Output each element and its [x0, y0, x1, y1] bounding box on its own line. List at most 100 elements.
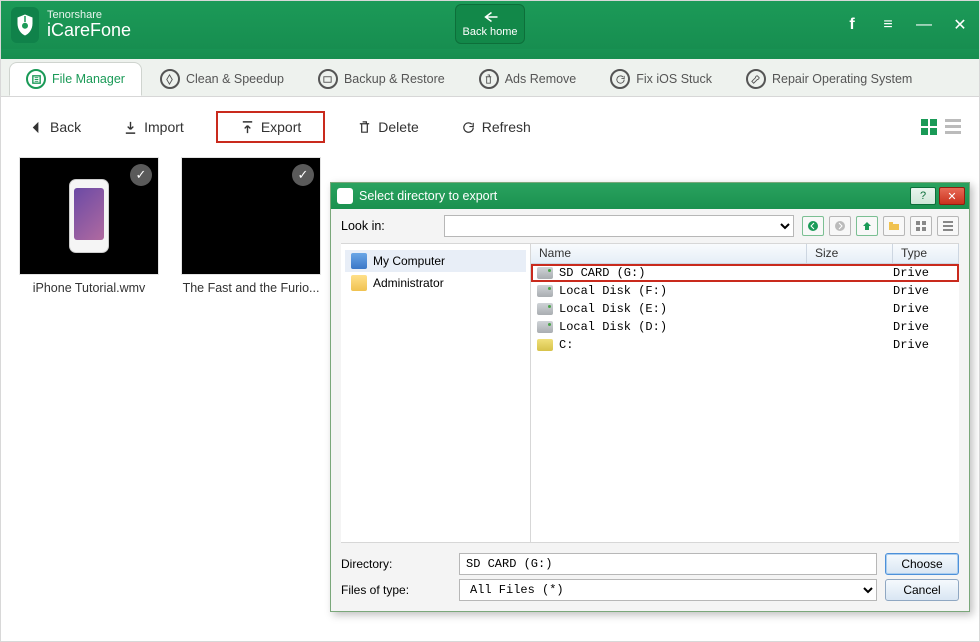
view-list-icon[interactable] — [937, 216, 959, 236]
list-row[interactable]: Local Disk (E:) Drive — [531, 300, 959, 318]
list-header: Name Size Type — [531, 244, 959, 264]
back-label: Back — [50, 119, 81, 135]
filetype-label: Files of type: — [341, 583, 451, 597]
list-row[interactable]: Local Disk (D:) Drive — [531, 318, 959, 336]
refresh-button[interactable]: Refresh — [451, 115, 541, 139]
file-item[interactable]: ✓ iPhone Tutorial.wmv — [19, 157, 159, 295]
tree-label: My Computer — [373, 254, 445, 268]
row-type: Drive — [893, 266, 959, 280]
tab-backup-restore[interactable]: Backup & Restore — [302, 62, 461, 96]
tab-repair-os[interactable]: Repair Operating System — [730, 62, 928, 96]
tree-administrator[interactable]: Administrator — [345, 272, 526, 294]
file-caption: iPhone Tutorial.wmv — [19, 281, 159, 295]
tab-label: Fix iOS Stuck — [636, 72, 712, 86]
back-home-label: Back home — [462, 26, 517, 38]
titlebar: Tenorshare iCareFone Back home f ≡ — ✕ — [1, 1, 979, 49]
backup-icon — [318, 69, 338, 89]
close-button[interactable]: ✕ — [951, 15, 969, 35]
brand-block: Tenorshare iCareFone — [47, 10, 131, 41]
new-folder-icon[interactable] — [883, 216, 905, 236]
phone-mock-icon — [69, 179, 109, 253]
tab-label: Clean & Speedup — [186, 72, 284, 86]
drive-icon — [537, 267, 553, 279]
row-type: Drive — [893, 284, 959, 298]
help-button[interactable]: ? — [910, 187, 936, 205]
choose-button[interactable]: Choose — [885, 553, 959, 575]
tree-label: Administrator — [373, 276, 444, 290]
filetype-select[interactable]: All Files (*) — [459, 579, 877, 601]
tab-file-manager[interactable]: File Manager — [9, 62, 142, 96]
lookin-row: Look in: — [331, 209, 969, 243]
tab-ads-remove[interactable]: Ads Remove — [463, 62, 593, 96]
list-row[interactable]: SD CARD (G:) Drive — [531, 264, 959, 282]
list-row[interactable]: Local Disk (F:) Drive — [531, 282, 959, 300]
view-grid-icon[interactable] — [910, 216, 932, 236]
shield-icon — [337, 188, 353, 204]
thumbnail-frame: ✓ — [19, 157, 159, 275]
nav-up-icon[interactable] — [856, 216, 878, 236]
dialog-close-button[interactable]: ✕ — [939, 187, 965, 205]
delete-label: Delete — [378, 119, 418, 135]
dialog-title: Select directory to export — [359, 189, 497, 203]
file-caption: The Fast and the Furio... — [181, 281, 321, 295]
grid-view-icon[interactable] — [921, 119, 937, 135]
tab-fix-ios-stuck[interactable]: Fix iOS Stuck — [594, 62, 728, 96]
directory-input[interactable] — [459, 553, 877, 575]
dialog-titlebar: Select directory to export ? ✕ — [331, 183, 969, 209]
dialog-body: My Computer Administrator Name Size Type… — [341, 243, 959, 543]
export-button[interactable]: Export — [216, 111, 325, 143]
nav-icons — [802, 216, 959, 236]
trash-icon — [479, 69, 499, 89]
nav-forward-icon[interactable] — [829, 216, 851, 236]
row-name: C: — [559, 338, 807, 352]
facebook-icon[interactable]: f — [843, 16, 861, 34]
tab-clean-speedup[interactable]: Clean & Speedup — [144, 62, 300, 96]
dialog-footer: Directory: Choose Files of type: All Fil… — [331, 543, 969, 611]
row-type: Drive — [893, 338, 959, 352]
row-type: Drive — [893, 320, 959, 334]
brand-vendor: Tenorshare — [47, 10, 131, 21]
col-name[interactable]: Name — [531, 244, 807, 263]
drive-icon — [537, 285, 553, 297]
drive-icon — [537, 303, 553, 315]
folder-icon — [351, 275, 367, 291]
cancel-button[interactable]: Cancel — [885, 579, 959, 601]
check-icon[interactable]: ✓ — [130, 164, 152, 186]
nav-back-icon[interactable] — [802, 216, 824, 236]
import-label: Import — [144, 119, 184, 135]
export-dialog: Select directory to export ? ✕ Look in: … — [330, 182, 970, 612]
wrench-icon — [746, 69, 766, 89]
import-button[interactable]: Import — [113, 115, 194, 139]
col-type[interactable]: Type — [893, 244, 959, 263]
lookin-label: Look in: — [341, 219, 436, 233]
directory-label: Directory: — [341, 557, 451, 571]
lookin-select[interactable] — [444, 215, 794, 237]
tab-label: Ads Remove — [505, 72, 577, 86]
delete-button[interactable]: Delete — [347, 115, 428, 139]
filetype-row: Files of type: All Files (*) Cancel — [341, 579, 959, 601]
list-row[interactable]: C: Drive — [531, 336, 959, 354]
view-switch — [921, 119, 961, 135]
minimize-button[interactable]: — — [915, 16, 933, 34]
drive-icon — [537, 339, 553, 351]
back-button[interactable]: Back — [19, 115, 91, 139]
rocket-icon — [160, 69, 180, 89]
computer-icon — [351, 253, 367, 269]
tree-my-computer[interactable]: My Computer — [345, 250, 526, 272]
app-logo — [11, 7, 39, 43]
menu-icon[interactable]: ≡ — [879, 16, 897, 34]
row-name: Local Disk (D:) — [559, 320, 807, 334]
back-home-button[interactable]: Back home — [455, 4, 525, 44]
folder-tree: My Computer Administrator — [341, 244, 531, 542]
check-icon[interactable]: ✓ — [292, 164, 314, 186]
file-item[interactable]: ✓ The Fast and the Furio... — [181, 157, 321, 295]
list-view-icon[interactable] — [945, 119, 961, 135]
refresh-label: Refresh — [482, 119, 531, 135]
toolbar: Back Import Export Delete Refresh — [1, 107, 979, 147]
brand-name: iCareFone — [47, 21, 131, 41]
export-label: Export — [261, 119, 301, 135]
col-size[interactable]: Size — [807, 244, 893, 263]
file-list: Name Size Type SD CARD (G:) Drive Local … — [531, 244, 959, 542]
tab-label: File Manager — [52, 72, 125, 86]
row-name: Local Disk (E:) — [559, 302, 807, 316]
